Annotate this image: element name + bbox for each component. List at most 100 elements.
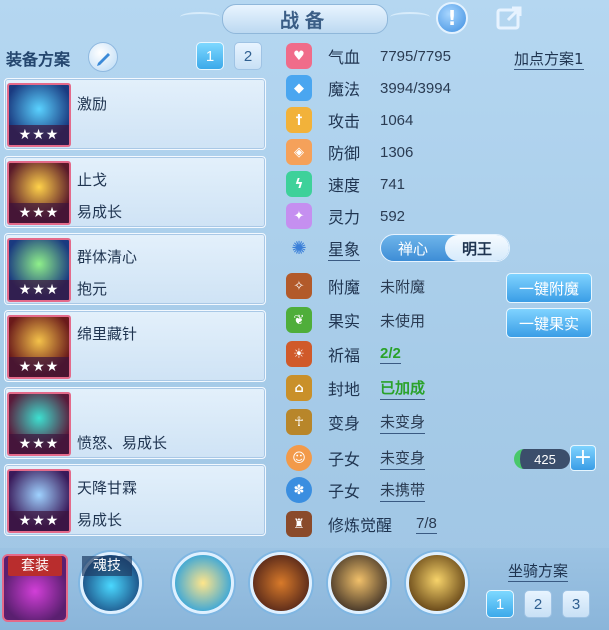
star-rating: ★★★: [9, 511, 69, 531]
equipment-name: 止戈: [77, 171, 108, 189]
cultivation-icon: ♜: [286, 511, 312, 537]
heart-icon: ♥: [286, 43, 312, 69]
share-icon[interactable]: [494, 2, 526, 34]
equipment-card[interactable]: ★★★ 绵里藏针: [4, 310, 266, 382]
attr-label: 子女: [328, 482, 361, 501]
title-ornament-left: [180, 12, 220, 22]
equipment-trait: 抱元: [77, 280, 108, 298]
plan-tab-2[interactable]: 2: [234, 42, 262, 70]
attr-value[interactable]: 未变身: [380, 411, 426, 434]
attr-label: 附魔: [328, 278, 361, 297]
stat-row-spirit: ✦ 灵力 592: [286, 202, 405, 230]
star-rating: ★★★: [9, 203, 69, 223]
stat-row-speed: ϟ 速度 741: [286, 170, 405, 198]
stat-value: 7795/7795: [380, 47, 451, 65]
equipment-card[interactable]: ★★★ 愤怒、易成长: [4, 387, 266, 459]
transform-icon: ☥: [286, 409, 312, 435]
attr-row-fruit: ❦ 果实 未使用: [286, 306, 425, 334]
add-points-plan-link[interactable]: 加点方案1: [514, 48, 584, 70]
attr-label: 祈福: [328, 346, 361, 365]
equipment-name: 激励: [77, 95, 108, 113]
attr-value: 未使用: [380, 311, 426, 330]
character-portrait-icon[interactable]: [172, 552, 234, 614]
equipment-name: 群体清心: [77, 248, 138, 266]
one-click-fruit-button[interactable]: 一键果实: [506, 308, 592, 338]
equipment-item-icon: ★★★: [7, 315, 71, 379]
stat-value: 592: [380, 207, 406, 225]
title-ornament-right: [390, 12, 430, 22]
mount-tab-3[interactable]: 3: [562, 590, 590, 618]
mount-plan-link[interactable]: 坐骑方案: [508, 560, 569, 582]
stat-label: 魔法: [328, 80, 361, 99]
equipment-card[interactable]: ★★★ 群体清心 抱元: [4, 233, 266, 305]
attr-value[interactable]: 未携带: [380, 479, 426, 502]
set-label: 套装: [8, 556, 62, 576]
attr-value: 未附魔: [380, 277, 426, 296]
equipment-card[interactable]: ★★★ 天降甘霖 易成长: [4, 464, 266, 536]
fruit-icon: ❦: [286, 307, 312, 333]
star-sign-toggle[interactable]: 禅心 明王: [380, 234, 510, 262]
stat-label: 灵力: [328, 208, 361, 227]
stat-row-hp: ♥ 气血 7795/7795: [286, 42, 451, 70]
scroll-portrait-icon[interactable]: [250, 552, 312, 614]
blessing-icon: ☀: [286, 341, 312, 367]
equipment-name: 绵里藏针: [77, 325, 138, 343]
equipment-trait: 愤怒、易成长: [77, 434, 168, 452]
star-sign-option-mingwang[interactable]: 明王: [445, 235, 509, 261]
edit-pencil-icon[interactable]: [88, 42, 118, 72]
equipment-item-icon: ★★★: [7, 238, 71, 302]
equipment-card[interactable]: ★★★ 止戈 易成长: [4, 156, 266, 228]
sword-icon: †: [286, 107, 312, 133]
equipment-item-icon: ★★★: [7, 392, 71, 456]
stat-label: 气血: [328, 48, 361, 67]
info-icon[interactable]: !: [436, 2, 468, 34]
attr-value[interactable]: 2/2: [380, 345, 401, 364]
attr-label: 果实: [328, 312, 361, 331]
child-counter: 425: [514, 449, 570, 469]
stat-value: 1064: [380, 111, 414, 129]
one-click-enchant-button[interactable]: 一键附魔: [506, 273, 592, 303]
star-sign-label[interactable]: 星象: [328, 236, 361, 261]
stat-row-attack: † 攻击 1064: [286, 106, 413, 134]
attr-label: 封地: [328, 380, 361, 399]
equipment-item-icon: ★★★: [7, 161, 71, 225]
stat-value: 1306: [380, 143, 414, 161]
attr-label: 修炼觉醒: [328, 516, 393, 535]
stat-value: 3994/3994: [380, 79, 451, 97]
star-rating: ★★★: [9, 434, 69, 454]
attr-value[interactable]: 未变身: [380, 447, 426, 470]
equipment-name: 天降甘霖: [77, 479, 138, 497]
speed-icon: ϟ: [286, 171, 312, 197]
attr-value[interactable]: 7/8: [416, 515, 437, 534]
stat-label: 防御: [328, 144, 361, 163]
equipment-card[interactable]: ★★★ 激励: [4, 78, 266, 150]
attr-row-fief: ⌂ 封地 已加成: [286, 374, 426, 402]
golden-warrior-portrait-icon[interactable]: [406, 552, 468, 614]
equipment-trait: 易成长: [77, 511, 123, 529]
equipment-item-icon: ★★★: [7, 469, 71, 533]
warrior-portrait-icon[interactable]: [328, 552, 390, 614]
star-sign-option-chanxin[interactable]: 禅心: [381, 235, 445, 261]
attr-label: 子女: [328, 450, 361, 469]
equipment-item-icon: ★★★: [7, 83, 71, 147]
attr-value[interactable]: 已加成: [380, 377, 426, 400]
page-title: 战备: [222, 4, 388, 34]
stat-label: 速度: [328, 176, 361, 195]
star-rating: ★★★: [9, 125, 69, 145]
star-rating: ★★★: [9, 357, 69, 377]
equip-plan-label: 装备方案: [6, 50, 71, 69]
star-sign-icon: ✺: [291, 237, 307, 259]
attr-row-blessing: ☀ 祈福 2/2: [286, 340, 401, 368]
plan-tab-1[interactable]: 1: [196, 42, 224, 70]
stat-row-mp: ◆ 魔法 3994/3994: [286, 74, 451, 102]
attr-row-enchant: ✧ 附魔 未附魔: [286, 272, 425, 300]
mana-icon: ◆: [286, 75, 312, 101]
mount-tab-2[interactable]: 2: [524, 590, 552, 618]
child-icon: ☺: [286, 445, 312, 471]
add-plus-button[interactable]: +: [570, 445, 596, 471]
spirit-icon: ✦: [286, 203, 312, 229]
stat-row-defense: ◈ 防御 1306: [286, 138, 413, 166]
stat-label: 攻击: [328, 112, 361, 131]
stat-row-star-sign: ✺ 星象: [286, 234, 361, 262]
mount-tab-1[interactable]: 1: [486, 590, 514, 618]
